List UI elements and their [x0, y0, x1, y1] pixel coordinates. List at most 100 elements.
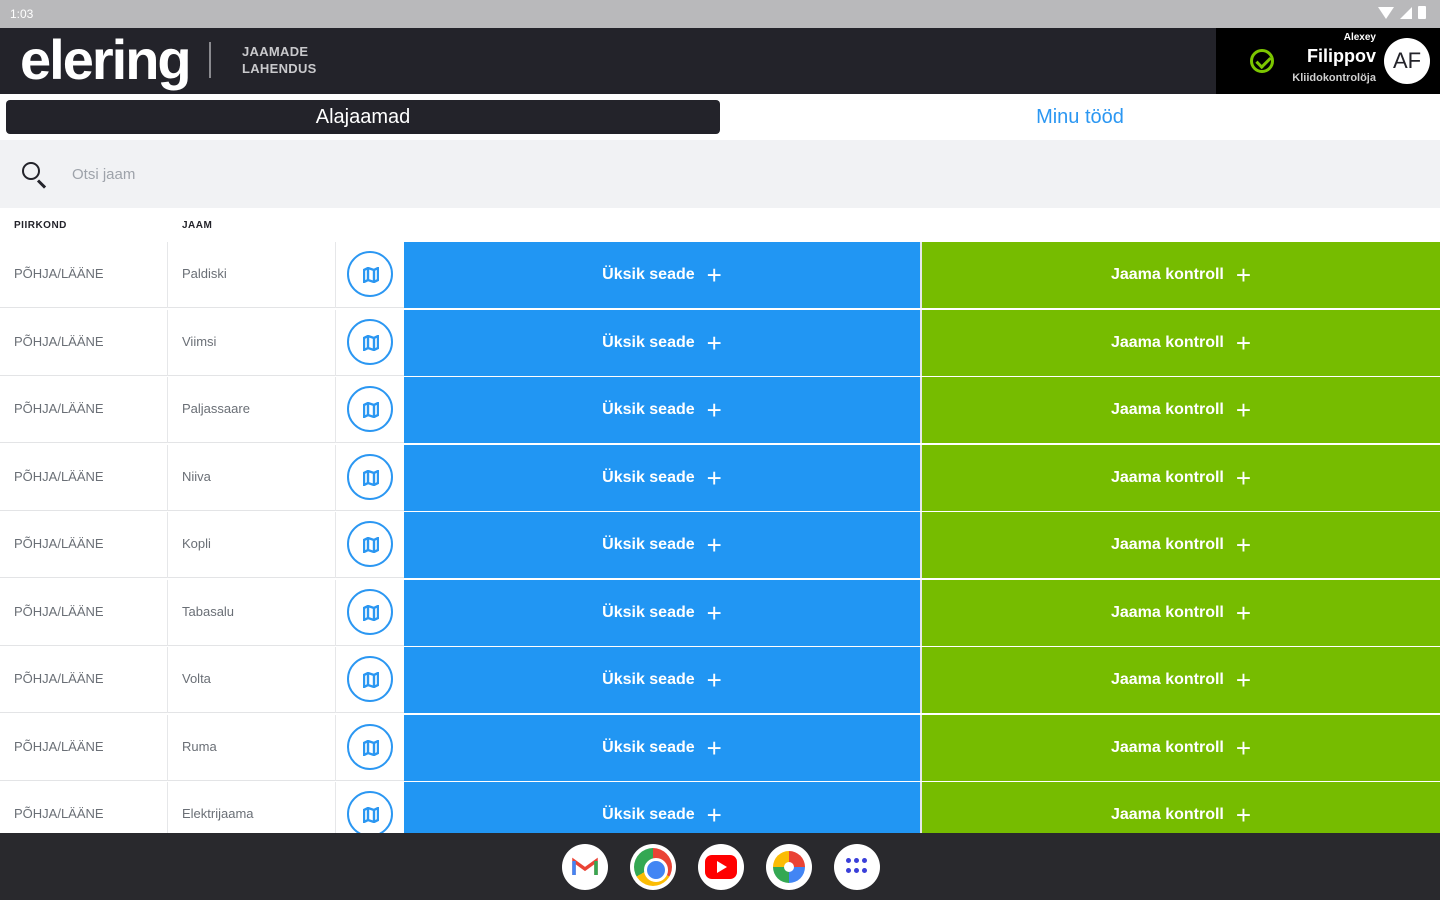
- map-cell: [336, 715, 404, 781]
- chrome-icon[interactable]: [630, 844, 676, 890]
- map-button[interactable]: [347, 386, 393, 432]
- plus-icon: +: [1235, 260, 1252, 290]
- map-icon: [363, 672, 379, 688]
- single-device-button[interactable]: Üksik seade +: [404, 309, 922, 376]
- single-device-button[interactable]: Üksik seade +: [404, 444, 922, 511]
- plus-icon: +: [706, 395, 722, 425]
- plus-icon: +: [1235, 800, 1252, 830]
- table-row: PÕHJA/LÄÄNE Volta Üksik seade + Jaama kon…: [0, 647, 1440, 713]
- map-button[interactable]: [347, 318, 393, 365]
- system-taskbar: [0, 833, 1440, 900]
- map-button[interactable]: [347, 656, 393, 702]
- station-cell: Niiva: [168, 444, 336, 511]
- single-device-button[interactable]: Üksik seade +: [404, 579, 922, 646]
- single-device-button[interactable]: Üksik seade +: [404, 512, 922, 578]
- region-cell: PÕHJA/LÄÄNE: [0, 782, 168, 833]
- plus-icon: +: [1235, 732, 1252, 763]
- single-device-label: Üksik seade: [602, 401, 695, 418]
- region-cell: PÕHJA/LÄÄNE: [0, 377, 168, 443]
- battery-icon: [1418, 6, 1426, 19]
- station-control-button[interactable]: Jaama kontroll +: [922, 377, 1440, 443]
- user-role: Kliidokontrolöja: [1292, 72, 1376, 84]
- single-device-label: Üksik seade: [602, 468, 695, 486]
- single-device-label: Üksik seade: [602, 603, 695, 621]
- single-device-button[interactable]: Üksik seade +: [404, 782, 922, 833]
- avatar[interactable]: AF: [1384, 38, 1430, 84]
- map-cell: [336, 377, 404, 443]
- plus-icon: +: [706, 597, 722, 628]
- tab-minu-tood[interactable]: Minu tööd: [720, 100, 1440, 134]
- app-subtitle: JAAMADE LAHENDUS: [242, 43, 317, 77]
- station-cell: Volta: [168, 647, 336, 713]
- table-row: PÕHJA/LÄÄNE Kopli Üksik seade + Jaama kon…: [0, 512, 1440, 578]
- map-icon: [363, 604, 379, 621]
- region-cell: PÕHJA/LÄÄNE: [0, 579, 168, 646]
- station-control-label: Jaama kontroll: [1110, 603, 1224, 621]
- single-device-button[interactable]: Üksik seade +: [404, 647, 922, 713]
- map-cell: [336, 445, 404, 511]
- table-row: PÕHJA/LÄÄNE Ruma Üksik seade + Jaama kont…: [0, 714, 1440, 781]
- station-control-button[interactable]: Jaama kontroll +: [922, 579, 1440, 646]
- plus-icon: +: [706, 327, 722, 358]
- app-drawer-dots: [846, 858, 868, 876]
- plus-icon: +: [1235, 327, 1252, 358]
- station-cell: Paldiski: [168, 242, 336, 308]
- youtube-icon[interactable]: [698, 844, 744, 890]
- station-control-button[interactable]: Jaama kontroll +: [922, 782, 1440, 833]
- map-button[interactable]: [347, 251, 393, 297]
- station-cell: Tabasalu: [168, 579, 336, 646]
- single-device-label: Üksik seade: [602, 738, 695, 756]
- region-cell: PÕHJA/LÄÄNE: [0, 647, 168, 713]
- region-cell: PÕHJA/LÄÄNE: [0, 309, 168, 376]
- map-button[interactable]: [347, 723, 393, 770]
- search-icon[interactable]: [22, 162, 40, 180]
- station-control-label: Jaama kontroll: [1110, 738, 1224, 756]
- plus-icon: +: [1235, 395, 1252, 425]
- station-control-label: Jaama kontroll: [1110, 671, 1224, 688]
- station-control-label: Jaama kontroll: [1110, 468, 1224, 486]
- station-control-button[interactable]: Jaama kontroll +: [922, 714, 1440, 781]
- station-cell: Kopli: [168, 512, 336, 578]
- station-control-button[interactable]: Jaama kontroll +: [922, 242, 1440, 308]
- app-header: elering JAAMADE LAHENDUS Alexey Filippov…: [0, 28, 1440, 94]
- station-control-button[interactable]: Jaama kontroll +: [922, 512, 1440, 578]
- single-device-button[interactable]: Üksik seade +: [404, 242, 922, 308]
- app-drawer-icon[interactable]: [834, 844, 880, 890]
- station-control-button[interactable]: Jaama kontroll +: [922, 444, 1440, 511]
- map-button[interactable]: [347, 588, 393, 635]
- map-cell: [336, 310, 404, 376]
- station-control-label: Jaama kontroll: [1110, 266, 1224, 283]
- single-device-button[interactable]: Üksik seade +: [404, 377, 922, 443]
- photos-icon[interactable]: [766, 844, 812, 890]
- station-control-button[interactable]: Jaama kontroll +: [922, 647, 1440, 713]
- tab-alajaamad[interactable]: Alajaamad: [6, 100, 720, 134]
- single-device-label: Üksik seade: [602, 266, 695, 283]
- search-input[interactable]: [64, 158, 664, 190]
- plus-icon: +: [706, 665, 722, 695]
- map-icon: [363, 807, 379, 823]
- station-cell: Paljassaare: [168, 377, 336, 443]
- plus-icon: +: [706, 800, 722, 830]
- table-row: PÕHJA/LÄÄNE Niiva Üksik seade + Jaama kon…: [0, 444, 1440, 511]
- map-icon: [363, 267, 379, 283]
- subtitle-line-1: JAAMADE: [242, 44, 309, 59]
- station-cell: Viimsi: [168, 309, 336, 376]
- map-cell: [336, 647, 404, 713]
- gmail-icon[interactable]: [562, 844, 608, 890]
- map-icon: [363, 739, 379, 756]
- map-button[interactable]: [347, 521, 393, 567]
- station-control-label: Jaama kontroll: [1110, 333, 1224, 351]
- station-control-button[interactable]: Jaama kontroll +: [922, 309, 1440, 376]
- user-panel[interactable]: Alexey Filippov Kliidokontrolöja AF: [1216, 28, 1440, 94]
- map-icon: [363, 469, 379, 486]
- map-button[interactable]: [347, 453, 393, 500]
- single-device-button[interactable]: Üksik seade +: [404, 714, 922, 781]
- subtitle-line-2: LAHENDUS: [242, 61, 317, 76]
- region-cell: PÕHJA/LÄÄNE: [0, 512, 168, 578]
- station-cell: Ruma: [168, 714, 336, 781]
- system-status-bar: 1:03: [0, 0, 1440, 28]
- map-cell: [336, 782, 404, 833]
- map-button[interactable]: [347, 791, 393, 833]
- single-device-label: Üksik seade: [602, 671, 695, 688]
- map-icon: [363, 334, 379, 351]
